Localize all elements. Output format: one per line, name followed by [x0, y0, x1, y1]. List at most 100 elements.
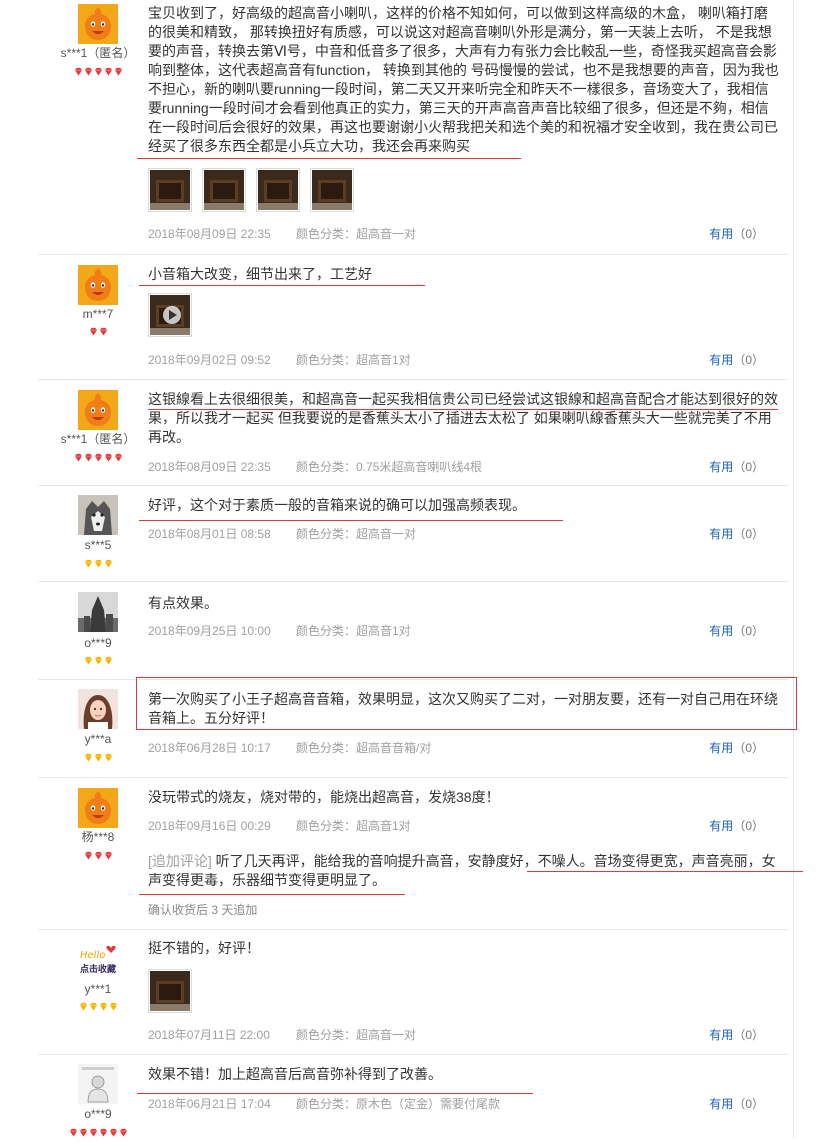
helpful-button[interactable]: 有用（0）: [709, 623, 764, 639]
review-item: m***7 小音箱大改变，细节出来了，工艺好 2018年09月02日 09:52…: [38, 255, 788, 380]
girl-photo-icon: [78, 689, 118, 729]
review-date: 2018年07月11日 22:00: [148, 1028, 270, 1042]
annotation-underline: [137, 158, 521, 159]
red-diamond-icon: [69, 1128, 78, 1137]
append-review-time: 确认收货后 3 天追加: [148, 903, 258, 917]
username: s***1（匿名）: [60, 432, 136, 446]
helpful-button[interactable]: 有用（0）: [709, 740, 764, 756]
mascot-avatar-icon: [78, 390, 118, 430]
username: s***1（匿名）: [60, 46, 136, 60]
rank-badge: [38, 67, 158, 78]
review-content: 好评，这个对于素质一般的音箱来说的确可以加强高频表现。: [148, 497, 526, 513]
rank-badge: [38, 656, 158, 667]
red-diamond-icon: [74, 67, 83, 76]
review-meta: 2018年08月09日 22:35 颜色分类：0.75米超高音喇叭线4根 有用（…: [148, 459, 780, 475]
append-review-label: [追加评论]: [148, 853, 212, 869]
red-diamond-icon: [84, 67, 93, 76]
helpful-count: （0）: [733, 527, 764, 541]
gold-diamond-icon: [84, 656, 93, 665]
review-date: 2018年09月25日 10:00: [148, 624, 271, 638]
gold-diamond-icon: [89, 1002, 98, 1011]
gold-diamond-icon: [84, 559, 93, 568]
tower-photo-icon: [78, 592, 118, 632]
product-variant: 颜色分类：超高音一对: [296, 527, 417, 541]
red-diamond-icon: [104, 453, 113, 462]
rank-badge: [38, 327, 158, 338]
review-meta: 2018年09月25日 10:00 颜色分类：超高音1对 有用（0）: [148, 623, 780, 639]
gold-diamond-icon: [104, 559, 113, 568]
review-date: 2018年08月09日 22:35: [148, 460, 271, 474]
avatar: [78, 4, 118, 44]
helpful-count: （0）: [733, 353, 764, 367]
review-item: s***1（匿名） 宝贝收到了，好高级的超高音小喇叭，这样的价格不知如何，可以做…: [38, 0, 788, 255]
username: o***9: [84, 636, 112, 650]
helpful-button[interactable]: 有用（0）: [709, 526, 764, 542]
avatar: [78, 1064, 118, 1104]
mascot-avatar-icon: [78, 4, 118, 44]
helpful-button[interactable]: 有用（0）: [709, 818, 764, 834]
rank-badge: [38, 1128, 158, 1139]
review-photo-thumbnail[interactable]: [148, 969, 192, 1013]
rank-badge: [38, 453, 158, 464]
avatar: [78, 495, 118, 535]
product-variant: 颜色分类：超高音一对: [296, 1028, 417, 1042]
username: m***7: [82, 307, 114, 321]
review-date: 2018年08月01日 08:58: [148, 527, 271, 541]
review-photos: [148, 969, 202, 1013]
review-content: 效果不错！加上超高音后高音弥补得到了改善。: [148, 1066, 442, 1082]
username: y***1: [84, 982, 112, 996]
product-variant: 颜色分类：超高音1对: [296, 819, 411, 833]
red-diamond-icon: [114, 453, 123, 462]
gold-diamond-icon: [104, 753, 113, 762]
annotation-underline: [139, 285, 425, 286]
review-item: s***5 好评，这个对于素质一般的音箱来说的确可以加强高频表现。 2018年0…: [38, 486, 788, 582]
helpful-button[interactable]: 有用（0）: [709, 226, 764, 242]
helpful-label: 有用: [709, 741, 734, 755]
helpful-label: 有用: [709, 1028, 734, 1042]
helpful-label: 有用: [709, 227, 734, 241]
helpful-label: 有用: [709, 624, 734, 638]
review-content: 有点效果。: [148, 595, 218, 611]
annotation-underline: [527, 871, 803, 872]
product-variant: 颜色分类：超高音一对: [296, 227, 417, 241]
helpful-label: 有用: [709, 353, 734, 367]
avatar: [78, 788, 118, 828]
review-photo-thumbnail[interactable]: [202, 168, 246, 212]
review-date: 2018年09月02日 09:52: [148, 353, 271, 367]
red-diamond-icon: [94, 851, 103, 860]
review-meta: 2018年08月09日 22:35 颜色分类：超高音一对 有用（0）: [148, 226, 780, 242]
username: o***9: [84, 1107, 112, 1121]
helpful-button[interactable]: 有用（0）: [709, 352, 764, 368]
helpful-count: （0）: [733, 741, 764, 755]
review-photo-thumbnail[interactable]: [148, 168, 192, 212]
helpful-button[interactable]: 有用（0）: [709, 459, 764, 475]
helpful-label: 有用: [709, 527, 734, 541]
red-diamond-icon: [99, 327, 108, 336]
review-video-thumbnail[interactable]: [148, 293, 192, 337]
helpful-count: （0）: [733, 1028, 764, 1042]
helpful-count: （0）: [733, 624, 764, 638]
review-photo-thumbnail[interactable]: [310, 168, 354, 212]
annotation-underline: [148, 409, 778, 410]
review-item: s***1（匿名） 这银線看上去很细很美，和超高音一起买我相信贵公司已经尝试这银…: [38, 380, 788, 486]
hello-text-avatar-icon: Hello 点击收藏: [78, 940, 118, 980]
review-date: 2018年08月09日 22:35: [148, 227, 271, 241]
review-content: 这银線看上去很细很美，和超高音一起买我相信贵公司已经尝试这银線和超高音配合才能达…: [148, 391, 778, 445]
helpful-button[interactable]: 有用（0）: [709, 1027, 764, 1043]
review-photo-thumbnail[interactable]: [256, 168, 300, 212]
avatar: [78, 390, 118, 430]
rank-badge: [38, 1002, 158, 1013]
svg-text:点击收藏: 点击收藏: [80, 963, 116, 975]
review-date: 2018年06月28日 10:17: [148, 741, 271, 755]
review-meta: 2018年06月21日 17:04 颜色分类：原木色（定金）需要付尾款 有用（0…: [148, 1096, 780, 1112]
helpful-button[interactable]: 有用（0）: [709, 1096, 764, 1112]
annotation-box: [136, 677, 797, 730]
review-content: 没玩带式的烧友，烧对带的，能烧出超高音，发烧38度！: [148, 789, 500, 805]
gold-diamond-icon: [104, 656, 113, 665]
helpful-label: 有用: [709, 460, 734, 474]
username: y***a: [84, 732, 112, 746]
red-diamond-icon: [84, 851, 93, 860]
red-diamond-icon: [109, 1128, 118, 1137]
rank-badge: [38, 559, 158, 570]
red-diamond-icon: [89, 327, 98, 336]
